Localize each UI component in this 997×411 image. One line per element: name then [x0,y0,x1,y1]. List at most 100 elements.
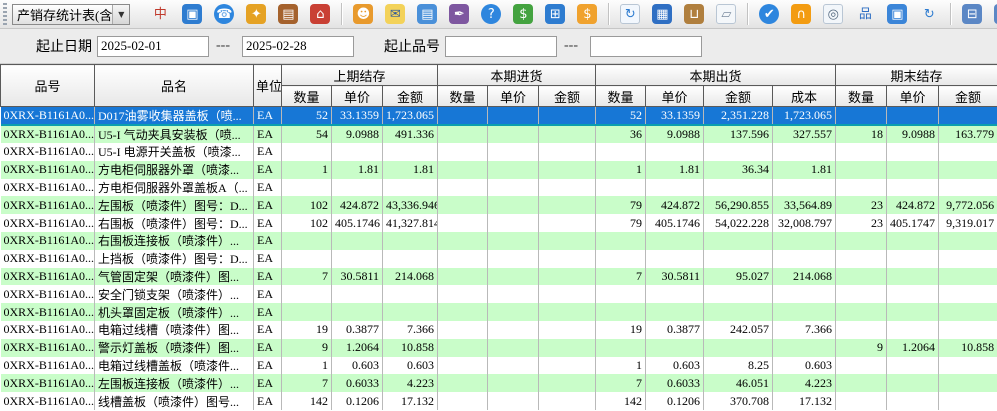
cell-prev-amount[interactable]: 491.336 [383,125,438,143]
cell-prev-price[interactable]: 33.1359 [332,107,383,126]
cell-prev-price[interactable] [332,250,383,268]
cell-out-price[interactable] [646,143,704,161]
table-row[interactable]: 0XRX-B1161A0...右围板连接板（喷漆件）...EA [1,232,997,250]
table-row[interactable]: 0XRX-B1161A0...U5-I 电源开关盖板（喷漆...EA [1,143,997,161]
key-icon[interactable]: ✒ [449,4,469,24]
cell-out-amount[interactable]: 36.34 [704,161,773,179]
cell-prev-qty[interactable] [282,179,332,197]
cell-out-cost[interactable]: 214.068 [773,268,836,286]
cell-unit[interactable]: EA [254,179,282,197]
cell-out-cost[interactable]: 32,008.797 [773,214,836,232]
col-header-end-amount[interactable]: 金额 [939,86,997,107]
cell-in-amount[interactable] [539,214,596,232]
cell-end-qty[interactable]: 23 [836,214,887,232]
cell-in-amount[interactable] [539,339,596,357]
col-header-prev-qty[interactable]: 数量 [282,86,332,107]
toolbar-grip[interactable] [3,3,7,25]
cell-prev-amount[interactable]: 4.223 [383,374,438,392]
cell-out-qty[interactable]: 7 [596,268,646,286]
cell-end-price[interactable] [887,250,939,268]
cell-prev-qty[interactable] [282,232,332,250]
cell-in-amount[interactable] [539,374,596,392]
cell-in-qty[interactable] [438,285,488,303]
table-row[interactable]: 0XRX-B1161A0...气管固定架（喷漆件）图...EA730.58112… [1,268,997,286]
cell-item-code[interactable]: 0XRX-B1161A0... [1,392,95,410]
cell-end-qty[interactable] [836,250,887,268]
col-header-out-cost[interactable]: 成本 [773,86,836,107]
cell-unit[interactable]: EA [254,392,282,410]
cell-prev-qty[interactable]: 52 [282,107,332,126]
cell-item-code[interactable]: 0XRX-B1161A0... [1,232,95,250]
date-from-input[interactable] [97,36,209,57]
cell-out-price[interactable]: 30.5811 [646,268,704,286]
cell-out-cost[interactable] [773,250,836,268]
cell-in-price[interactable] [488,303,539,321]
cell-out-cost[interactable] [773,303,836,321]
cell-prev-qty[interactable]: 9 [282,339,332,357]
cell-out-price[interactable] [646,250,704,268]
table-row[interactable]: 0XRX-B1161A0...电箱过线槽（喷漆件）图...EA190.38777… [1,321,997,339]
cell-prev-price[interactable]: 424.872 [332,196,383,214]
col-header-in-qty[interactable]: 数量 [438,86,488,107]
cell-prev-amount[interactable]: 0.603 [383,357,438,375]
cell-end-amount[interactable] [939,321,997,339]
cell-item-name[interactable]: 方电柜伺服器外罩（喷漆... [95,161,254,179]
cell-in-price[interactable] [488,196,539,214]
cell-end-amount[interactable] [939,107,997,126]
cell-prev-price[interactable]: 1.2064 [332,339,383,357]
cell-end-qty[interactable] [836,232,887,250]
cell-item-name[interactable]: 右围板（喷漆件）图号：D... [95,214,254,232]
cell-prev-qty[interactable] [282,143,332,161]
cell-prev-amount[interactable] [383,179,438,197]
cell-prev-amount[interactable] [383,143,438,161]
cell-end-price[interactable] [887,374,939,392]
col-header-in-price[interactable]: 单价 [488,86,539,107]
cell-out-amount[interactable]: 370.708 [704,392,773,410]
cell-end-qty[interactable] [836,357,887,375]
col-header-out-amount[interactable]: 金额 [704,86,773,107]
cell-out-amount[interactable] [704,303,773,321]
copy-documents-icon[interactable]: ▱ [716,4,736,24]
cell-end-amount[interactable] [939,143,997,161]
cell-out-price[interactable]: 0.603 [646,357,704,375]
cell-out-cost[interactable] [773,143,836,161]
cell-end-amount[interactable]: 163.779 [939,125,997,143]
archive-box-icon[interactable]: ⊔ [684,4,704,24]
cell-prev-qty[interactable] [282,303,332,321]
cell-end-qty[interactable] [836,268,887,286]
cell-in-amount[interactable] [539,303,596,321]
cell-item-code[interactable]: 0XRX-B1161A0... [1,196,95,214]
cell-in-amount[interactable] [539,232,596,250]
cell-out-amount[interactable]: 2,351.228 [704,107,773,126]
cell-prev-price[interactable]: 0.1206 [332,392,383,410]
cell-prev-qty[interactable]: 19 [282,321,332,339]
cell-end-amount[interactable] [939,303,997,321]
cell-prev-price[interactable]: 0.3877 [332,321,383,339]
cell-out-qty[interactable] [596,143,646,161]
cell-prev-qty[interactable]: 7 [282,268,332,286]
cell-end-price[interactable] [887,392,939,410]
cell-in-amount[interactable] [539,285,596,303]
cell-out-qty[interactable] [596,285,646,303]
cell-out-cost[interactable] [773,232,836,250]
briefcase-icon[interactable]: ▤ [278,4,298,24]
cell-end-qty[interactable] [836,321,887,339]
cell-out-amount[interactable] [704,339,773,357]
col-header-item-code[interactable]: 品号 [1,65,95,107]
cell-out-cost[interactable]: 1.81 [773,161,836,179]
cell-out-cost[interactable] [773,285,836,303]
cell-in-amount[interactable] [539,196,596,214]
cell-item-name[interactable]: 气管固定架（喷漆件）图... [95,268,254,286]
cell-end-price[interactable] [887,357,939,375]
users-icon[interactable]: ☻ [353,4,373,24]
cell-in-price[interactable] [488,161,539,179]
cell-out-price[interactable]: 1.81 [646,161,704,179]
col-header-out-price[interactable]: 单价 [646,86,704,107]
cell-out-qty[interactable]: 79 [596,214,646,232]
cell-out-amount[interactable] [704,232,773,250]
cell-unit[interactable]: EA [254,196,282,214]
cell-prev-amount[interactable]: 214.068 [383,268,438,286]
cell-prev-amount[interactable] [383,303,438,321]
cell-in-qty[interactable] [438,161,488,179]
cell-item-code[interactable]: 0XRX-B1161A0... [1,374,95,392]
